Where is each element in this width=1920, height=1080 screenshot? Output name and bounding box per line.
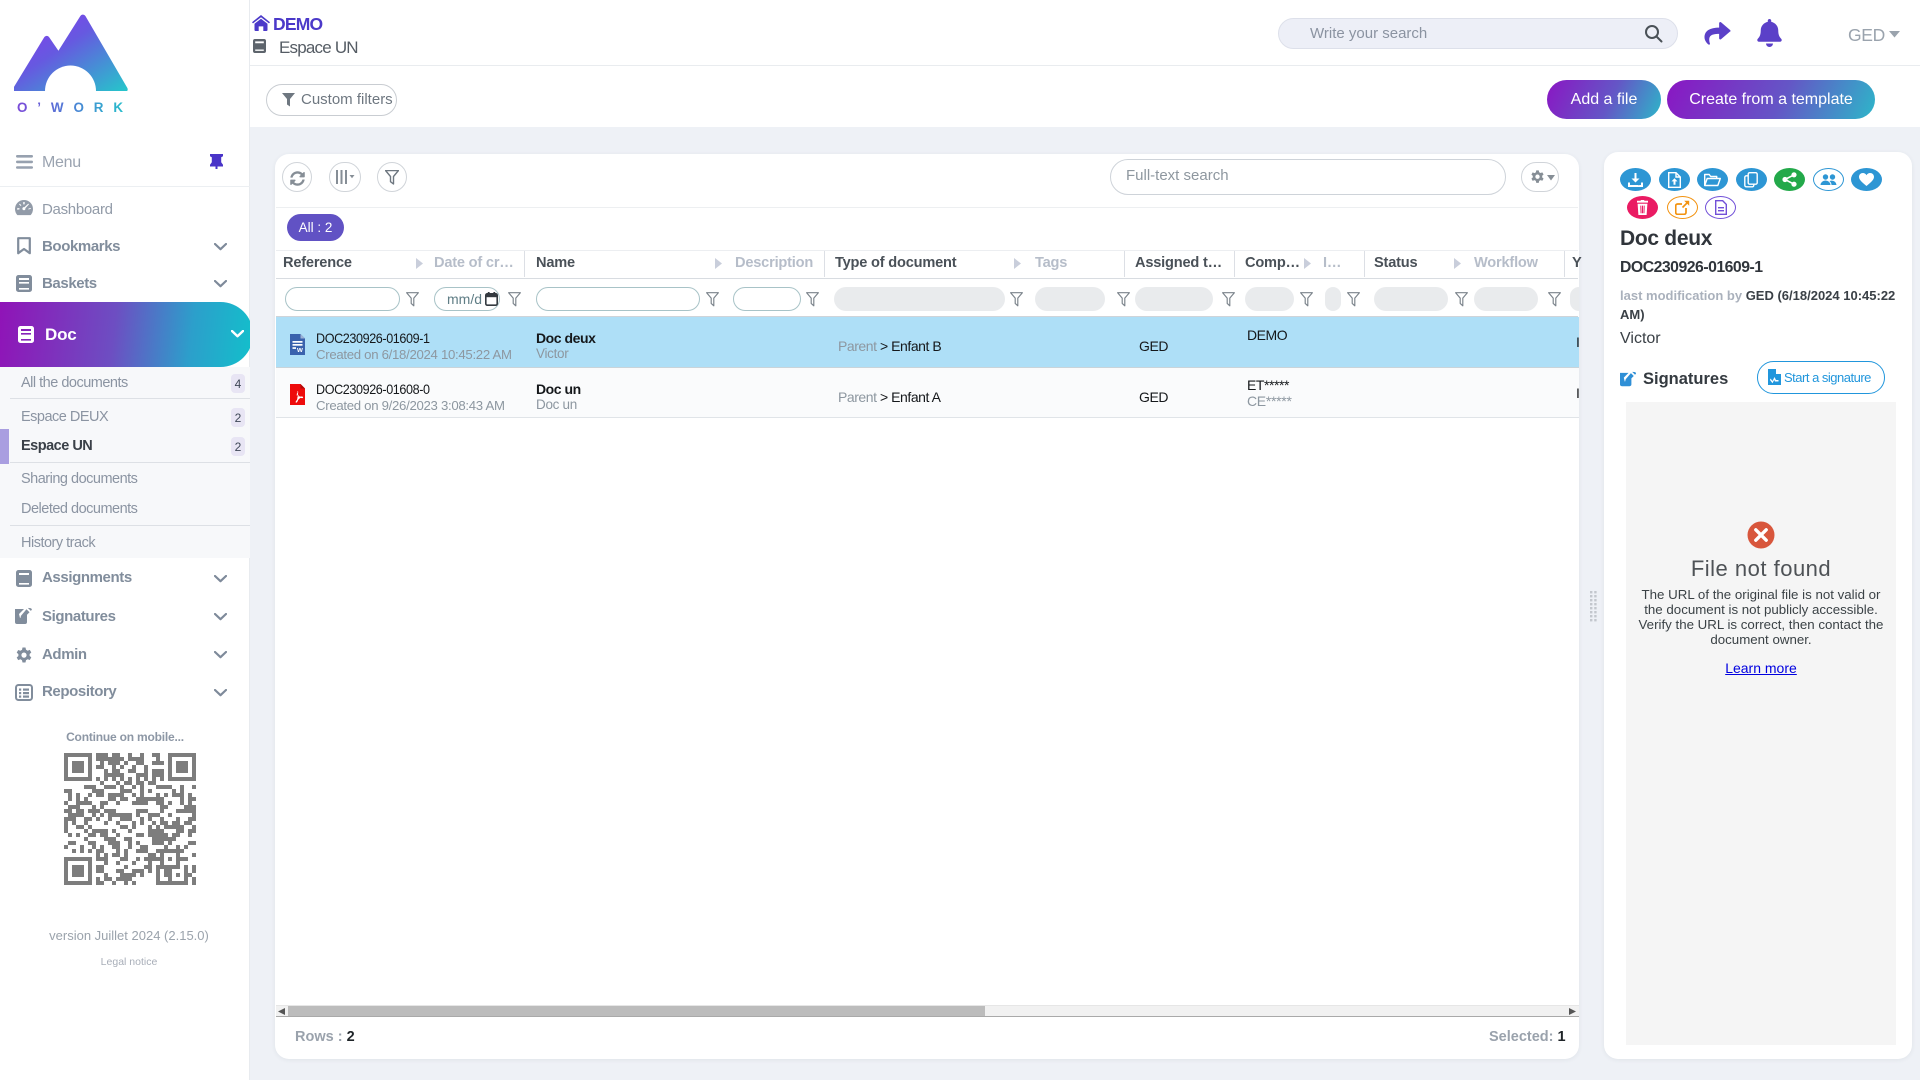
svg-text:w: w [296, 345, 303, 354]
